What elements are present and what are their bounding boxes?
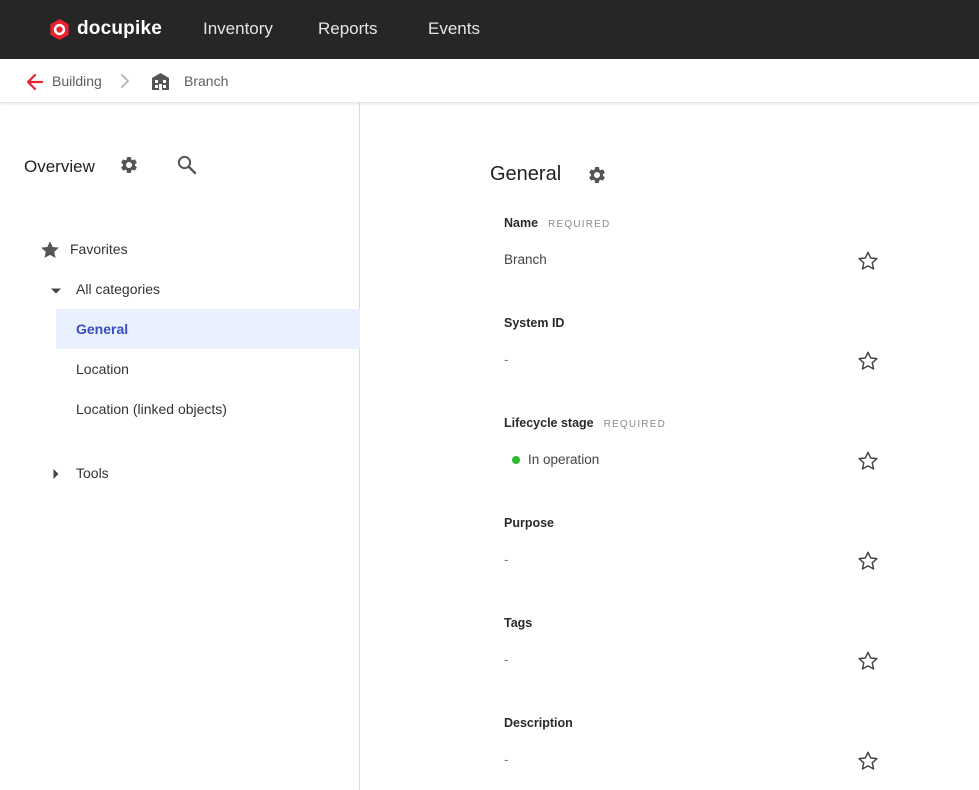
- caret-right-icon[interactable]: [50, 467, 62, 479]
- sidebar-item-all-categories[interactable]: All categories: [76, 269, 160, 309]
- sidebar-item-general[interactable]: General: [56, 309, 360, 349]
- sidebar-item-label: All categories: [76, 281, 161, 297]
- nav-reports[interactable]: Reports: [318, 19, 378, 39]
- field-value[interactable]: In operation: [504, 452, 599, 468]
- sidebar-item-label: Location: [76, 361, 129, 377]
- field-lifecycle-stage: Lifecycle stage REQUIRED In operation: [504, 416, 894, 506]
- field-description: Description -: [504, 716, 894, 790]
- field-label: System ID: [504, 316, 564, 331]
- sidebar-item-location-linked-objects[interactable]: Location (linked objects): [76, 389, 227, 429]
- field-value[interactable]: -: [504, 352, 509, 368]
- docupike-logo-icon: [48, 18, 71, 41]
- sidebar: Overview Favorites All categories Genera…: [0, 103, 360, 790]
- field-label-text: System ID: [504, 316, 565, 330]
- field-label: Tags: [504, 616, 532, 631]
- sidebar-item-favorites[interactable]: Favorites: [70, 229, 128, 269]
- required-badge: REQUIRED: [548, 219, 611, 230]
- sidebar-item-label: Favorites: [70, 241, 128, 257]
- status-text: In operation: [528, 452, 600, 467]
- breadcrumb-building-link[interactable]: Building: [52, 73, 102, 90]
- sidebar-item-label: General: [76, 321, 129, 337]
- status-dot-icon: [512, 456, 520, 464]
- chevron-right-icon: [119, 73, 131, 89]
- field-purpose: Purpose -: [504, 516, 894, 606]
- field-label-text: Lifecycle stage: [504, 416, 594, 430]
- caret-down-icon[interactable]: [50, 284, 62, 296]
- sidebar-item-label: Tools: [76, 465, 109, 481]
- star-outline-icon[interactable]: [857, 750, 879, 772]
- star-outline-icon[interactable]: [857, 450, 879, 472]
- back-arrow-icon[interactable]: [25, 72, 45, 92]
- field-system-id: System ID -: [504, 316, 894, 406]
- field-label: Name REQUIRED: [504, 216, 610, 232]
- sidebar-item-location[interactable]: Location: [76, 349, 129, 389]
- breadcrumb-current: Branch: [184, 73, 229, 89]
- field-name: Name REQUIRED Branch: [504, 216, 894, 306]
- page-title: General: [490, 163, 562, 185]
- field-label-text: Name: [504, 216, 539, 230]
- main-content: General Name REQUIRED Branch System ID - …: [361, 103, 979, 790]
- brand-name: docupike: [77, 18, 163, 39]
- field-value[interactable]: -: [504, 652, 509, 668]
- field-label-text: Tags: [504, 616, 533, 630]
- star-outline-icon[interactable]: [857, 250, 879, 272]
- nav-events[interactable]: Events: [428, 19, 480, 39]
- brand-logo[interactable]: docupike: [48, 17, 162, 41]
- breadcrumb: Building Branch: [0, 59, 979, 103]
- star-outline-icon[interactable]: [857, 350, 879, 372]
- gear-icon[interactable]: [119, 155, 139, 175]
- gear-icon[interactable]: [587, 165, 607, 185]
- field-label-text: Description: [504, 716, 573, 730]
- search-icon[interactable]: [176, 154, 198, 176]
- field-tags: Tags -: [504, 616, 894, 706]
- star-filled-icon: [39, 239, 61, 261]
- sidebar-title: Overview: [24, 157, 95, 176]
- nav-inventory[interactable]: Inventory: [203, 19, 273, 39]
- building-icon: [150, 71, 171, 92]
- field-label-text: Purpose: [504, 516, 555, 530]
- star-outline-icon[interactable]: [857, 650, 879, 672]
- top-navigation-bar: docupike Inventory Reports Events: [0, 0, 979, 59]
- sidebar-item-label: Location (linked objects): [76, 401, 227, 417]
- sidebar-item-tools[interactable]: Tools: [76, 453, 109, 493]
- required-badge: REQUIRED: [603, 419, 667, 430]
- field-value[interactable]: -: [504, 552, 509, 568]
- field-label: Purpose: [504, 516, 554, 531]
- field-label: Description: [504, 716, 573, 731]
- field-label: Lifecycle stage REQUIRED: [504, 416, 666, 432]
- field-value[interactable]: Branch: [504, 252, 547, 268]
- field-value[interactable]: -: [504, 752, 509, 768]
- star-outline-icon[interactable]: [857, 550, 879, 572]
